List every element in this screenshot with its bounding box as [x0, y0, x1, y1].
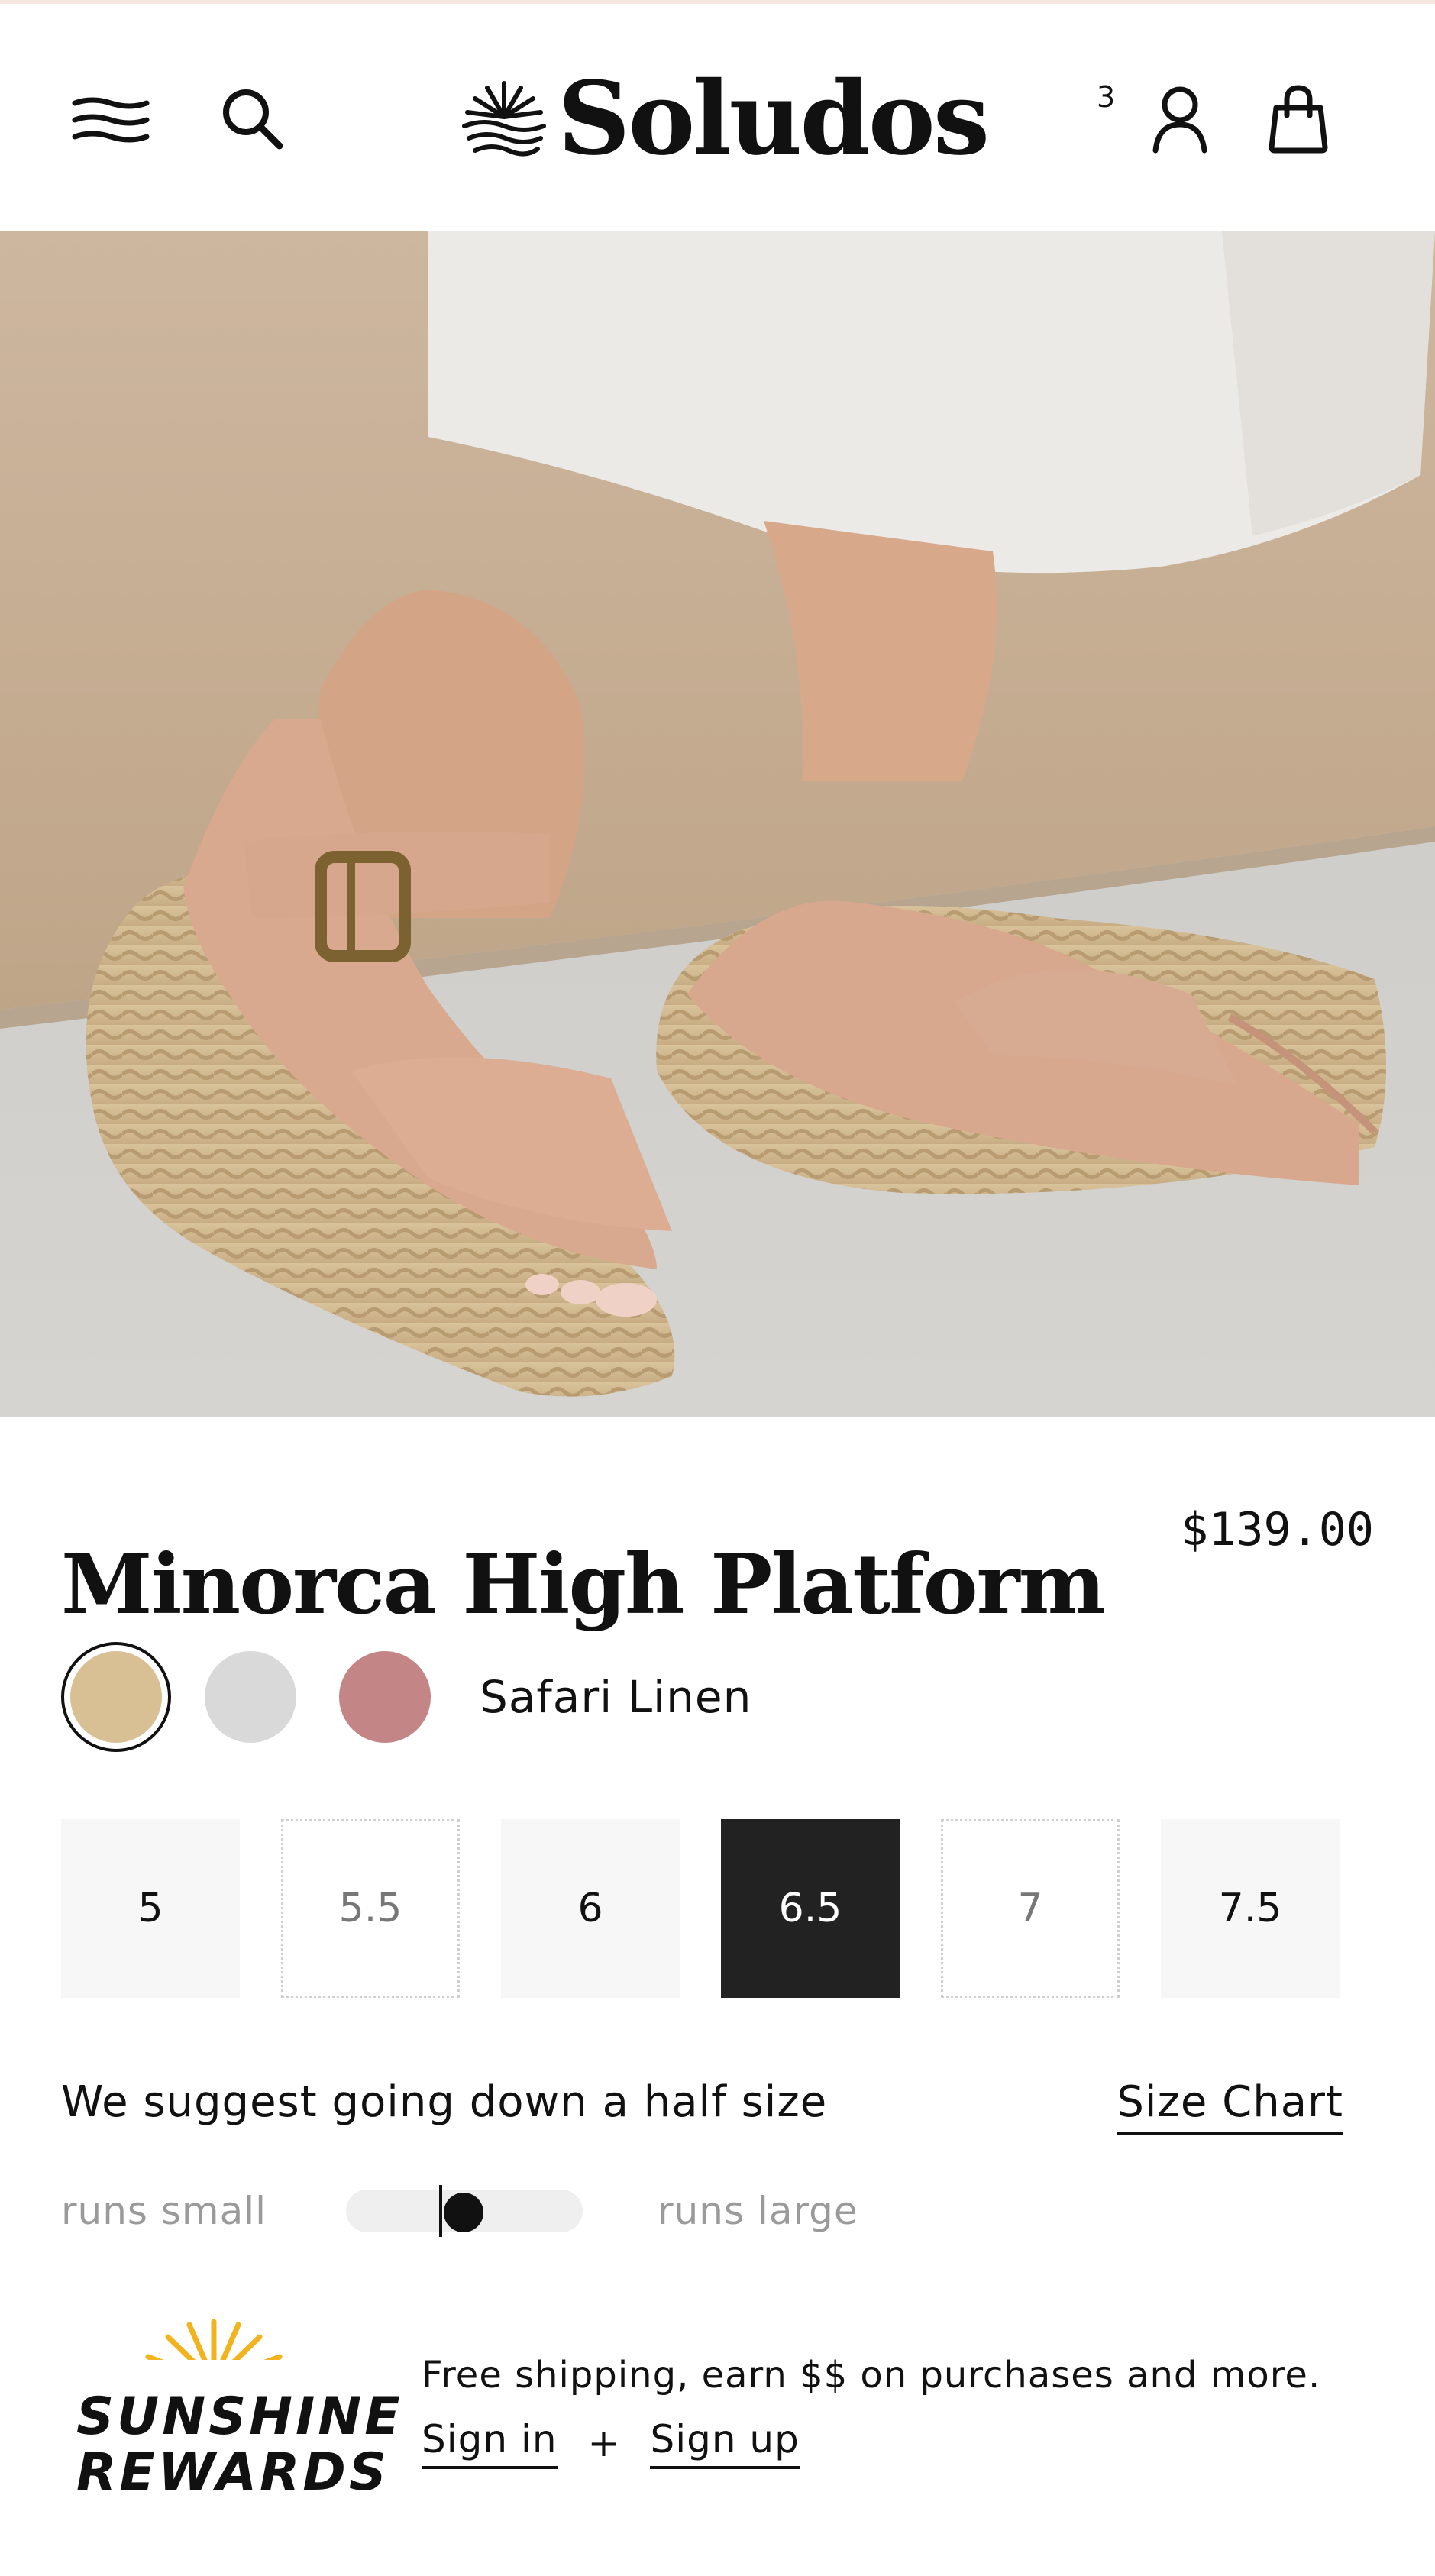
brand-logo[interactable]: Soludos — [458, 60, 990, 178]
menu-icon[interactable] — [69, 80, 153, 157]
size-option[interactable]: 7.5 — [1161, 1819, 1340, 1998]
rewards-line-2: REWARDS — [76, 2442, 389, 2503]
size-option[interactable]: 7 — [941, 1819, 1120, 1998]
swatch-color — [70, 1651, 162, 1743]
brand-name: Soludos — [558, 59, 990, 178]
site-header: Soludos 3 — [0, 4, 1435, 231]
size-option[interactable]: 6 — [501, 1819, 680, 1998]
color-swatches: Safari Linen — [61, 1642, 751, 1752]
size-option[interactable]: 5 — [61, 1819, 240, 1998]
account-badge: 3 — [1097, 80, 1116, 114]
product-image-carousel[interactable] — [0, 231, 1435, 1417]
runs-small-label: runs small — [61, 2189, 267, 2233]
sign-in-link[interactable]: Sign in — [422, 2417, 558, 2469]
size-option[interactable]: 6.5 — [721, 1819, 900, 1998]
plus-separator: + — [587, 2421, 620, 2465]
swatch-color — [205, 1651, 296, 1743]
fit-slider-knob — [444, 2193, 484, 2232]
selected-color-name: Safari Linen — [480, 1671, 752, 1723]
sunburst-icon — [130, 2319, 298, 2387]
fit-scale: runs small runs large — [61, 2180, 858, 2241]
account-icon[interactable] — [1149, 80, 1210, 157]
runs-large-label: runs large — [658, 2189, 858, 2233]
rewards-line-1: SUNSHINE — [76, 2387, 403, 2447]
size-chart-link[interactable]: Size Chart — [1117, 2077, 1343, 2135]
color-swatch[interactable] — [330, 1642, 440, 1752]
fit-slider — [346, 2185, 583, 2237]
fit-suggestion: We suggest going down a half size — [61, 2077, 828, 2127]
size-option[interactable]: 5.5 — [281, 1819, 460, 1998]
search-icon[interactable] — [214, 80, 290, 157]
color-swatch-selected[interactable] — [61, 1642, 171, 1752]
size-selector: 5 5.5 6 6.5 7 7.5 — [61, 1819, 1340, 1998]
rewards-perks-text: Free shipping, earn $$ on purchases and … — [422, 2354, 1321, 2397]
rewards-auth-links: Sign in + Sign up — [422, 2417, 800, 2469]
sign-up-link[interactable]: Sign up — [650, 2417, 800, 2469]
product-title: Minorca High Platform — [61, 1537, 1106, 1634]
sun-logo-icon — [462, 81, 546, 157]
color-swatch[interactable] — [196, 1642, 305, 1752]
product-photo — [0, 231, 1435, 1417]
swatch-color — [339, 1651, 431, 1743]
shopping-bag-icon[interactable] — [1264, 80, 1333, 157]
sunshine-rewards-logo: SUNSHINE REWARDS — [76, 2314, 400, 2505]
product-price: $139.00 — [1181, 1503, 1374, 1556]
fit-slider-true-size-mark — [439, 2185, 443, 2237]
